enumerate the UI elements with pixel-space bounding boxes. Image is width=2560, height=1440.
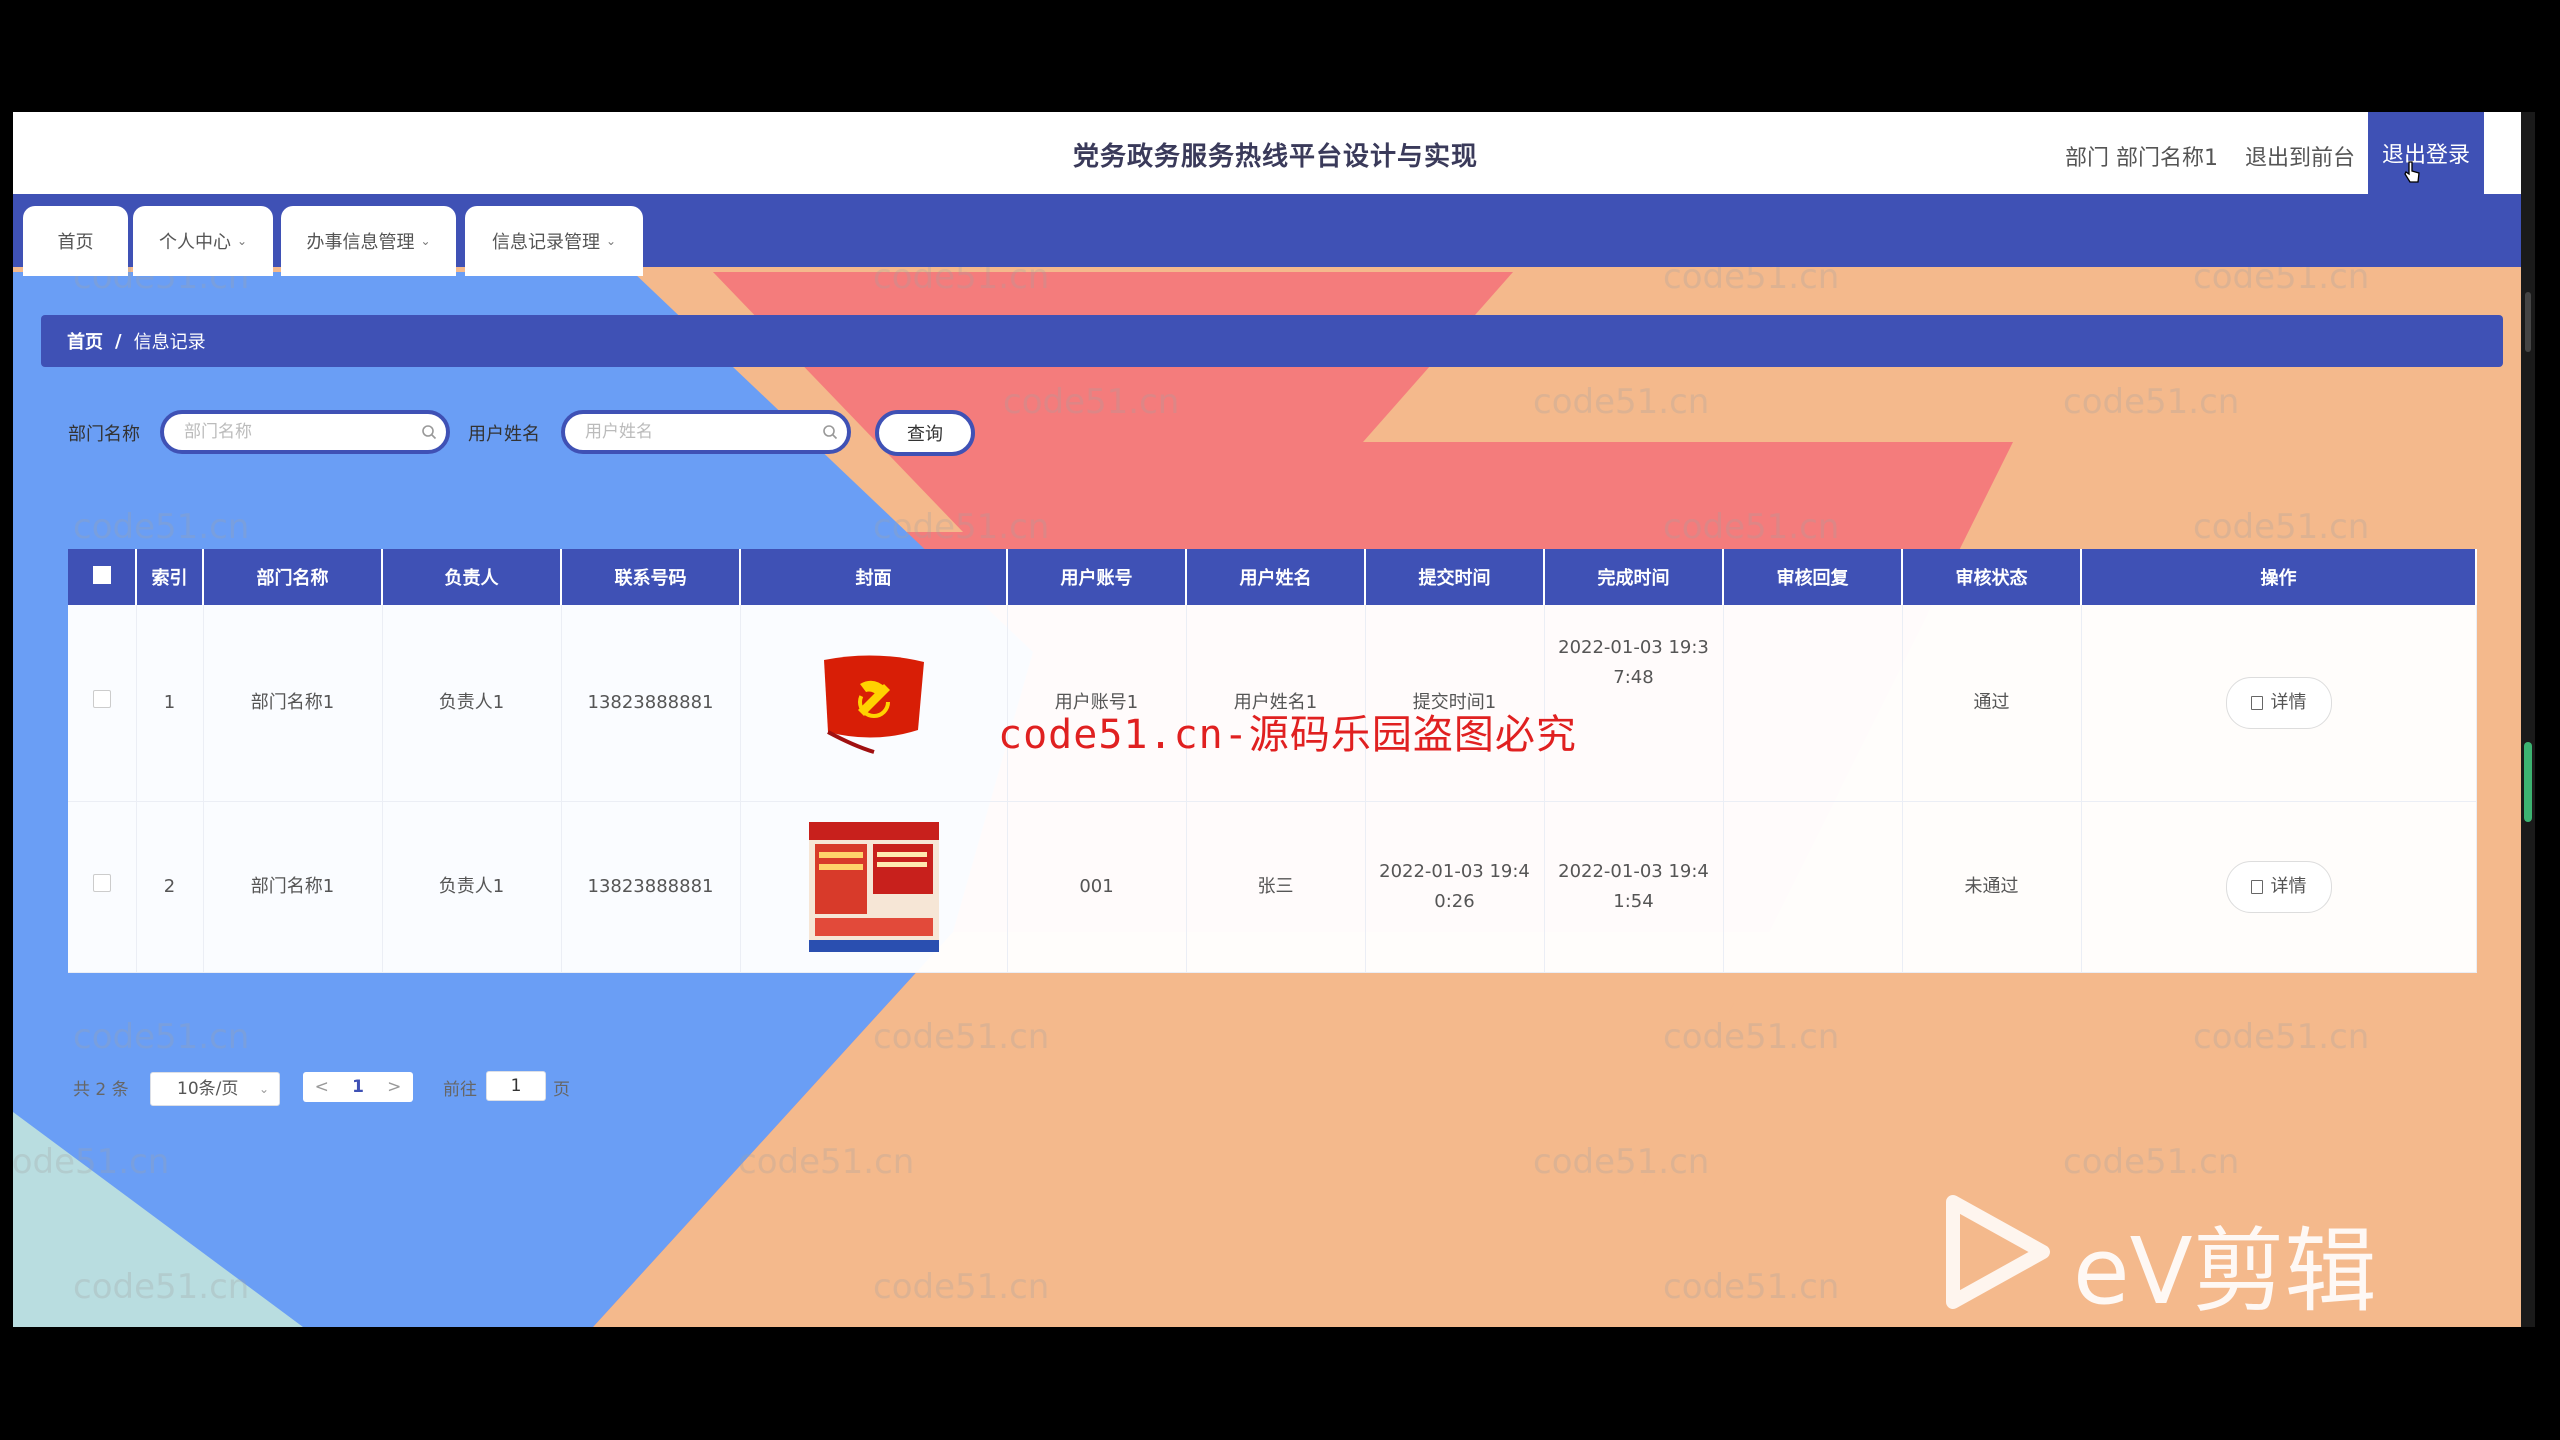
party-poster-image	[808, 822, 939, 952]
scrollbar[interactable]	[2521, 112, 2535, 1327]
cell-leader: 负责人1	[382, 801, 562, 973]
nav-tab-label: 个人中心	[158, 232, 231, 253]
cell-username: 张三	[1186, 801, 1366, 973]
col-header[interactable]: 审核状态	[1902, 549, 2082, 605]
scrollbar-indicator	[2524, 742, 2532, 822]
breadcrumb-current: 信息记录	[133, 332, 206, 353]
cell-finish-time: 2022-01-03 19:4 1:54	[1544, 801, 1724, 973]
cell-status: 未通过	[1902, 801, 2082, 973]
exit-to-front-link[interactable]: 退出到前台	[2245, 140, 2355, 172]
current-page[interactable]: 1	[352, 1077, 364, 1097]
row-checkbox[interactable]	[68, 605, 137, 802]
pager: < 1 >	[303, 1072, 413, 1102]
chevron-down-icon: ⌄	[236, 234, 248, 248]
table-row: 1 部门名称1 负责人1 13823888881 用户账号1 用户姓名1 提交时…	[68, 605, 2477, 802]
top-header: 党务政务服务热线平台设计与实现 部门 部门名称1 退出到前台 退出登录	[13, 112, 2533, 197]
next-page-icon[interactable]: >	[387, 1077, 401, 1097]
search-icon	[422, 425, 437, 440]
cell-account: 001	[1007, 801, 1187, 973]
document-icon	[2250, 880, 2263, 894]
breadcrumb-separator: /	[115, 330, 122, 352]
chevron-down-icon: ⌄	[605, 234, 617, 248]
detail-button[interactable]: 详情	[2225, 861, 2332, 913]
col-header[interactable]: 索引	[136, 549, 204, 605]
col-header[interactable]: 操作	[2081, 549, 2477, 605]
table-header-row: 索引 部门名称 负责人 联系号码 封面 用户账号 用户姓名 提交时间 完成时间 …	[68, 549, 2477, 605]
cell-reply	[1723, 605, 1903, 802]
cell-finish-time: 2022-01-03 19:3 7:48	[1544, 605, 1724, 802]
dept-name-label: 部门名称	[68, 424, 140, 445]
user-name-input[interactable]	[561, 410, 851, 454]
user-name-label: 用户姓名	[468, 424, 540, 445]
chevron-down-icon: ⌄	[420, 234, 431, 248]
breadcrumb: 首页 / 信息记录	[41, 315, 2503, 367]
col-header[interactable]: 用户账号	[1007, 549, 1187, 605]
table-row: 2 部门名称1 负责人1 13823888881 001 张三 2022-01-…	[68, 801, 2477, 973]
cell-reply	[1723, 801, 1903, 973]
app-title: 党务政务服务热线平台设计与实现	[1073, 142, 1479, 172]
goto-page-input[interactable]: 1	[486, 1071, 546, 1101]
document-icon	[2250, 696, 2263, 710]
cell-account: 用户账号1	[1007, 605, 1187, 802]
nav-tab-info-records[interactable]: 信息记录管理 ⌄	[465, 206, 643, 276]
goto-label: 前往	[443, 1080, 477, 1100]
cell-dept: 部门名称1	[203, 605, 383, 802]
app-screen: code51.cn code51.cn code51.cn code51.cn …	[13, 112, 2533, 1327]
pagination-total: 共 2 条	[73, 1080, 129, 1100]
cell-dept: 部门名称1	[203, 801, 383, 973]
query-button[interactable]: 查询	[875, 410, 975, 456]
nav-tab-personal-center[interactable]: 个人中心 ⌄	[133, 206, 273, 276]
nav-tab-label: 信息记录管理	[491, 232, 600, 253]
user-dept-label: 部门 部门名称1	[2065, 146, 2218, 171]
cell-leader: 负责人1	[382, 605, 562, 802]
cell-cover	[740, 801, 1008, 973]
col-header[interactable]: 部门名称	[203, 549, 383, 605]
cell-actions: 详情	[2081, 605, 2477, 802]
prev-page-icon[interactable]: <	[315, 1077, 329, 1097]
col-header[interactable]: 审核回复	[1723, 549, 1903, 605]
row-checkbox[interactable]	[68, 801, 137, 973]
cell-phone: 13823888881	[561, 605, 741, 802]
cell-username: 用户姓名1	[1186, 605, 1366, 802]
chevron-down-icon: ⌄	[258, 1082, 269, 1096]
dept-name-input[interactable]	[160, 410, 450, 454]
cell-cover	[740, 605, 1008, 802]
search-icon	[823, 425, 838, 440]
col-header[interactable]: 封面	[740, 549, 1008, 605]
col-header[interactable]: 用户姓名	[1186, 549, 1366, 605]
cell-submit-time: 提交时间1	[1365, 605, 1545, 802]
scrollbar-thumb[interactable]	[2525, 292, 2531, 352]
breadcrumb-home[interactable]: 首页	[67, 328, 103, 354]
col-header[interactable]: 提交时间	[1365, 549, 1545, 605]
cell-submit-time: 2022-01-03 19:4 0:26	[1365, 801, 1545, 973]
hand-cursor-icon	[2404, 161, 2420, 183]
page-size-select[interactable]: 10条/页 ⌄	[150, 1072, 280, 1106]
cell-index: 1	[136, 605, 204, 802]
select-all-checkbox[interactable]	[68, 549, 137, 605]
records-table: 索引 部门名称 负责人 联系号码 封面 用户账号 用户姓名 提交时间 完成时间 …	[68, 549, 2477, 973]
cell-index: 2	[136, 801, 204, 973]
detail-button[interactable]: 详情	[2225, 677, 2332, 729]
logout-button[interactable]: 退出登录	[2368, 112, 2484, 194]
col-header[interactable]: 联系号码	[561, 549, 741, 605]
nav-tab-home[interactable]: 首页	[23, 206, 128, 276]
nav-tab-label: 办事信息管理	[306, 232, 415, 253]
cell-actions: 详情	[2081, 801, 2477, 973]
nav-tab-label: 首页	[57, 232, 94, 253]
nav-tab-service-info[interactable]: 办事信息管理 ⌄	[281, 206, 456, 276]
cell-phone: 13823888881	[561, 801, 741, 973]
col-header[interactable]: 负责人	[382, 549, 562, 605]
party-flag-image	[823, 655, 924, 754]
cell-status: 通过	[1902, 605, 2082, 802]
page-suffix-label: 页	[553, 1080, 570, 1100]
col-header[interactable]: 完成时间	[1544, 549, 1724, 605]
